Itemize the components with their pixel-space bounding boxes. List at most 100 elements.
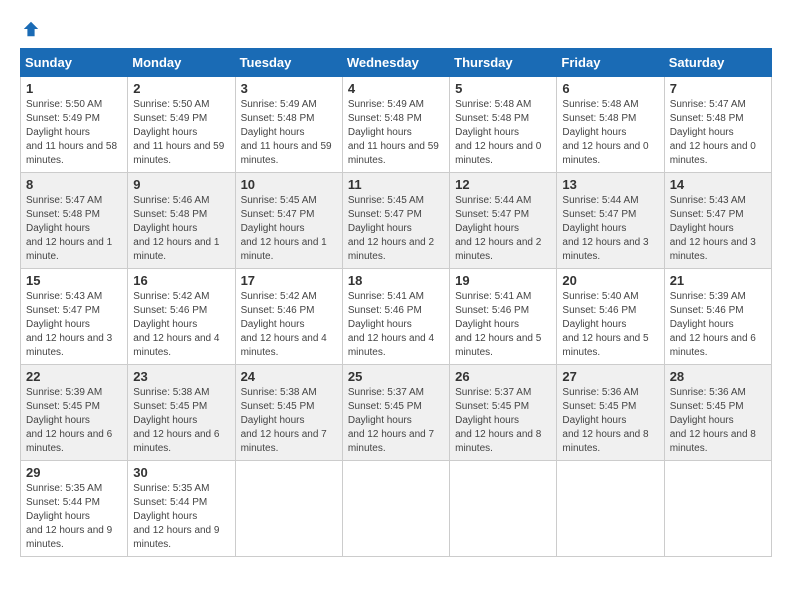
logo-icon [22, 20, 40, 38]
calendar-table: Sunday Monday Tuesday Wednesday Thursday… [20, 48, 772, 557]
day-number: 28 [670, 369, 766, 384]
day-number: 10 [241, 177, 337, 192]
calendar-cell: 7Sunrise: 5:47 AMSunset: 5:48 PMDaylight… [664, 77, 771, 173]
calendar-cell [235, 461, 342, 557]
day-info: Sunrise: 5:39 AMSunset: 5:45 PMDaylight … [26, 386, 122, 456]
day-info: Sunrise: 5:48 AMSunset: 5:48 PMDaylight … [562, 98, 658, 168]
day-info: Sunrise: 5:42 AMSunset: 5:46 PMDaylight … [241, 290, 337, 360]
page-header [20, 20, 772, 38]
day-info: Sunrise: 5:36 AMSunset: 5:45 PMDaylight … [562, 386, 658, 456]
calendar-cell: 13 Sunrise: 5:44 AMSunset: 5:47 PMDayligh… [557, 173, 664, 269]
day-number: 24 [241, 369, 337, 384]
calendar-cell: 1 Sunrise: 5:50 AMSunset: 5:49 PMDaylight… [21, 77, 128, 173]
day-info: Sunrise: 5:50 AMSunset: 5:49 PMDaylight … [26, 98, 122, 168]
day-number: 1 [26, 81, 122, 96]
logo [20, 20, 40, 38]
calendar-cell: 30 Sunrise: 5:35 AMSunset: 5:44 PMDayligh… [128, 461, 235, 557]
day-info: Sunrise: 5:37 AMSunset: 5:45 PMDaylight … [455, 386, 551, 456]
calendar-cell [342, 461, 449, 557]
day-info: Sunrise: 5:43 AMSunset: 5:47 PMDaylight … [26, 290, 122, 360]
day-info: Sunrise: 5:43 AMSunset: 5:47 PMDaylight … [670, 194, 766, 264]
calendar-cell [450, 461, 557, 557]
day-number: 18 [348, 273, 444, 288]
calendar-cell: 10 Sunrise: 5:45 AMSunset: 5:47 PMDayligh… [235, 173, 342, 269]
day-info: Sunrise: 5:35 AMSunset: 5:44 PMDaylight … [133, 482, 229, 552]
day-number: 12 [455, 177, 551, 192]
calendar-header-row: Sunday Monday Tuesday Wednesday Thursday… [21, 49, 772, 77]
calendar-cell: 12 Sunrise: 5:44 AMSunset: 5:47 PMDayligh… [450, 173, 557, 269]
day-info: Sunrise: 5:39 AMSunset: 5:46 PMDaylight … [670, 290, 766, 360]
calendar-cell: 8 Sunrise: 5:47 AMSunset: 5:48 PMDaylight… [21, 173, 128, 269]
day-number: 19 [455, 273, 551, 288]
col-wednesday: Wednesday [342, 49, 449, 77]
calendar-week-row: 29Sunrise: 5:35 AMSunset: 5:44 PMDayligh… [21, 461, 772, 557]
day-info: Sunrise: 5:44 AMSunset: 5:47 PMDaylight … [455, 194, 551, 264]
day-number: 13 [562, 177, 658, 192]
day-info: Sunrise: 5:41 AMSunset: 5:46 PMDaylight … [348, 290, 444, 360]
day-number: 21 [670, 273, 766, 288]
day-info: Sunrise: 5:44 AMSunset: 5:47 PMDaylight … [562, 194, 658, 264]
day-number: 26 [455, 369, 551, 384]
calendar-cell: 28 Sunrise: 5:36 AMSunset: 5:45 PMDayligh… [664, 365, 771, 461]
day-number: 15 [26, 273, 122, 288]
calendar-cell: 23 Sunrise: 5:38 AMSunset: 5:45 PMDayligh… [128, 365, 235, 461]
day-info: Sunrise: 5:38 AMSunset: 5:45 PMDaylight … [133, 386, 229, 456]
calendar-cell: 6 Sunrise: 5:48 AMSunset: 5:48 PMDaylight… [557, 77, 664, 173]
col-tuesday: Tuesday [235, 49, 342, 77]
day-number: 23 [133, 369, 229, 384]
day-number: 27 [562, 369, 658, 384]
calendar-cell [664, 461, 771, 557]
day-info: Sunrise: 5:36 AMSunset: 5:45 PMDaylight … [670, 386, 766, 456]
day-info: Sunrise: 5:47 AMSunset: 5:48 PMDaylight … [26, 194, 122, 264]
day-info: Sunrise: 5:49 AMSunset: 5:48 PMDaylight … [241, 98, 337, 168]
calendar-cell: 11 Sunrise: 5:45 AMSunset: 5:47 PMDayligh… [342, 173, 449, 269]
day-info: Sunrise: 5:41 AMSunset: 5:46 PMDaylight … [455, 290, 551, 360]
day-number: 30 [133, 465, 229, 480]
day-info: Sunrise: 5:40 AMSunset: 5:46 PMDaylight … [562, 290, 658, 360]
calendar-cell: 2 Sunrise: 5:50 AMSunset: 5:49 PMDaylight… [128, 77, 235, 173]
day-info: Sunrise: 5:50 AMSunset: 5:49 PMDaylight … [133, 98, 229, 168]
day-info: Sunrise: 5:42 AMSunset: 5:46 PMDaylight … [133, 290, 229, 360]
day-number: 9 [133, 177, 229, 192]
calendar-cell: 19 Sunrise: 5:41 AMSunset: 5:46 PMDayligh… [450, 269, 557, 365]
calendar-week-row: 1 Sunrise: 5:50 AMSunset: 5:49 PMDaylight… [21, 77, 772, 173]
day-info: Sunrise: 5:49 AMSunset: 5:48 PMDaylight … [348, 98, 444, 168]
day-info: Sunrise: 5:37 AMSunset: 5:45 PMDaylight … [348, 386, 444, 456]
day-number: 11 [348, 177, 444, 192]
calendar-week-row: 15 Sunrise: 5:43 AMSunset: 5:47 PMDayligh… [21, 269, 772, 365]
calendar-cell: 24 Sunrise: 5:38 AMSunset: 5:45 PMDayligh… [235, 365, 342, 461]
day-number: 4 [348, 81, 444, 96]
calendar-cell: 15 Sunrise: 5:43 AMSunset: 5:47 PMDayligh… [21, 269, 128, 365]
calendar-cell: 5Sunrise: 5:48 AMSunset: 5:48 PMDaylight… [450, 77, 557, 173]
calendar-body: 1 Sunrise: 5:50 AMSunset: 5:49 PMDaylight… [21, 77, 772, 557]
day-number: 14 [670, 177, 766, 192]
day-number: 7 [670, 81, 766, 96]
day-info: Sunrise: 5:45 AMSunset: 5:47 PMDaylight … [241, 194, 337, 264]
calendar-cell: 20Sunrise: 5:40 AMSunset: 5:46 PMDayligh… [557, 269, 664, 365]
calendar-cell: 14 Sunrise: 5:43 AMSunset: 5:47 PMDayligh… [664, 173, 771, 269]
col-friday: Friday [557, 49, 664, 77]
calendar-cell: 22Sunrise: 5:39 AMSunset: 5:45 PMDayligh… [21, 365, 128, 461]
calendar-cell: 4 Sunrise: 5:49 AMSunset: 5:48 PMDaylight… [342, 77, 449, 173]
day-number: 16 [133, 273, 229, 288]
col-sunday: Sunday [21, 49, 128, 77]
day-info: Sunrise: 5:48 AMSunset: 5:48 PMDaylight … [455, 98, 551, 168]
day-number: 6 [562, 81, 658, 96]
calendar-week-row: 8 Sunrise: 5:47 AMSunset: 5:48 PMDaylight… [21, 173, 772, 269]
day-info: Sunrise: 5:46 AMSunset: 5:48 PMDaylight … [133, 194, 229, 264]
day-number: 8 [26, 177, 122, 192]
calendar-cell: 29Sunrise: 5:35 AMSunset: 5:44 PMDayligh… [21, 461, 128, 557]
day-number: 3 [241, 81, 337, 96]
calendar-cell: 16 Sunrise: 5:42 AMSunset: 5:46 PMDayligh… [128, 269, 235, 365]
calendar-cell: 21 Sunrise: 5:39 AMSunset: 5:46 PMDayligh… [664, 269, 771, 365]
day-info: Sunrise: 5:45 AMSunset: 5:47 PMDaylight … [348, 194, 444, 264]
day-info: Sunrise: 5:38 AMSunset: 5:45 PMDaylight … [241, 386, 337, 456]
calendar-week-row: 22Sunrise: 5:39 AMSunset: 5:45 PMDayligh… [21, 365, 772, 461]
col-thursday: Thursday [450, 49, 557, 77]
calendar-cell: 18 Sunrise: 5:41 AMSunset: 5:46 PMDayligh… [342, 269, 449, 365]
day-number: 25 [348, 369, 444, 384]
day-number: 2 [133, 81, 229, 96]
calendar-cell: 25 Sunrise: 5:37 AMSunset: 5:45 PMDayligh… [342, 365, 449, 461]
day-info: Sunrise: 5:35 AMSunset: 5:44 PMDaylight … [26, 482, 122, 552]
calendar-cell: 3 Sunrise: 5:49 AMSunset: 5:48 PMDaylight… [235, 77, 342, 173]
